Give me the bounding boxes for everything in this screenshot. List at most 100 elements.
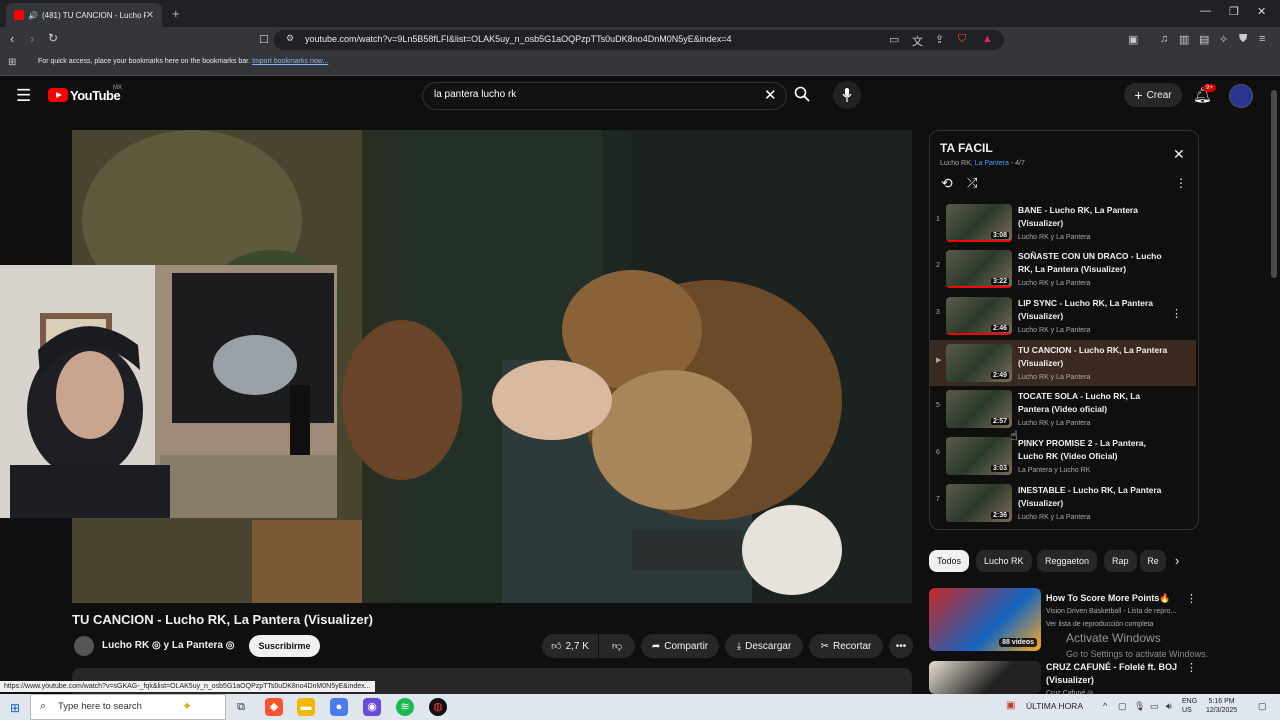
windows-start-icon[interactable]: ⊞ [10,701,20,715]
user-avatar[interactable] [1229,84,1253,108]
playlist-more-icon[interactable]: ⋮ [1175,176,1187,190]
maximize-icon[interactable]: ❐ [1229,5,1239,18]
playlist-item[interactable]: 2 3:22 SOÑASTE CON UN DRACO - Lucho RK, … [930,246,1196,292]
chips-next-icon[interactable]: › [1175,553,1179,568]
taskbar-news[interactable]: ÚLTIMA HORA [1026,701,1083,711]
brave-rewards-icon[interactable]: ▲ [982,33,993,45]
browser-tab-bar [0,0,1280,27]
playlist-artist-b[interactable]: La Pantera [975,160,1009,167]
chip-lucho-rk[interactable]: Lucho RK [976,550,1032,572]
like-button[interactable]: 👍︎ 2,7 K [542,634,598,658]
spotify-app-icon[interactable]: ≋ [396,698,414,716]
share-button[interactable]: ➦ Compartir [641,634,719,658]
search-input[interactable]: la pantera lucho rk [434,89,516,100]
minimize-icon[interactable]: — [1200,5,1211,17]
clear-search-icon[interactable]: ✕ [764,86,777,104]
recommendation-thumbnail[interactable] [929,661,1041,694]
chip-todos[interactable]: Todos [929,550,970,572]
reload-icon[interactable]: ↻ [48,31,58,45]
import-bookmarks-link[interactable]: Import bookmarks now... [252,58,328,65]
more-actions-button[interactable]: ••• [889,634,913,658]
screenshot-icon[interactable]: ▣ [1128,33,1138,46]
vpn-icon[interactable]: ⛊ [1239,33,1247,46]
discord-app-icon[interactable]: ◉ [363,698,381,716]
dislike-button[interactable]: 👎︎ [599,634,635,658]
tab-close-icon[interactable]: ✕ [146,10,154,21]
volume-icon[interactable]: 🔊︎ [1166,701,1172,712]
playlist-item-current[interactable]: ▶ 2:49 TU CANCION - Lucho RK, La Pantera… [930,340,1196,386]
recommendation-more-icon[interactable]: ⋮ [1186,592,1197,605]
channel-avatar[interactable] [74,636,94,656]
share-icon[interactable]: ⇪ [935,33,944,46]
translate-icon[interactable]: 文 [912,33,923,49]
network-icon[interactable]: ▭ [1150,701,1159,712]
create-button[interactable]: + Crear [1124,83,1182,107]
notification-badge: 9+ [1203,84,1216,92]
notification-center-icon[interactable]: ▢ [1258,701,1267,712]
playlist-item-more-icon[interactable]: ⋮ [1171,307,1182,320]
recommendation-title[interactable]: How To Score More Points🔥 [1046,593,1171,604]
loop-icon[interactable]: ⟲ [941,175,953,192]
news-icon[interactable]: ▣ [1006,700,1015,711]
playlist-item-channel: Lucho RK y La Pantera [1018,420,1091,427]
download-button[interactable]: ⤓ Descargar [725,634,803,658]
tray-chevron-icon[interactable]: ^ [1103,701,1107,711]
recommendation-playlist-link[interactable]: Ver lista de reproducción completa [1046,621,1153,628]
brave-app-icon[interactable]: ◆ [265,698,283,716]
playlist-item[interactable]: 1 3:08 BANE - Lucho RK, La Pantera (Visu… [930,200,1196,246]
playlist-item[interactable]: 5 2:57 TOCATE SOLA - Lucho RK, La Panter… [930,386,1196,432]
chip-partial[interactable]: Re [1140,550,1166,572]
playlist-item[interactable]: 6 3:03 PINKY PROMISE 2 - La Pantera, Luc… [930,433,1196,479]
microphone-tray-icon[interactable]: 🎙︎ [1134,701,1145,712]
language-indicator[interactable]: ENG US [1182,697,1197,715]
shuffle-icon[interactable]: ⤮ [967,175,977,191]
bookmark-icon[interactable]: ☐ [259,33,269,46]
tray-app-icon[interactable]: ▢ [1118,701,1127,712]
playlist-item[interactable]: 7 2:36 INESTABLE - Lucho RK, La Pantera … [930,480,1196,526]
obs-app-icon[interactable]: ◍ [429,698,447,716]
close-window-icon[interactable]: ✕ [1257,5,1266,18]
playlist-close-icon[interactable]: ✕ [1173,146,1185,163]
recommendation-more-icon[interactable]: ⋮ [1186,661,1197,674]
new-tab-button[interactable]: + [172,6,180,21]
media-icon[interactable]: ♫ [1160,33,1168,45]
hamburger-menu-icon[interactable]: ☰ [16,86,31,106]
chrome-app-icon[interactable]: ● [330,698,348,716]
voice-search-button[interactable] [833,81,861,109]
video-count-badge: 88 videos [999,638,1037,647]
url-text[interactable]: youtube.com/watch?v=9Ln5B58fLFI&list=OLA… [305,34,732,44]
sidebar-icon[interactable]: ▥ [1179,33,1189,46]
file-explorer-icon[interactable]: ▬ [297,698,315,716]
recommendation-thumbnail[interactable]: 88 videos [929,588,1041,651]
browser-tab[interactable]: 🔊 (481) TU CANCION - Lucho R ✕ [6,3,162,27]
subscribe-button[interactable]: Suscribirme [249,635,320,657]
wallet-icon[interactable]: ▤ [1199,33,1209,46]
taskbar-clock[interactable]: 5:16 PM 12/3/2025 [1206,697,1237,715]
plus-icon: + [1134,87,1143,103]
task-view-icon[interactable]: ⧉ [232,698,250,716]
brave-shield-icon[interactable]: ⛉ [958,33,966,46]
extensions-icon[interactable]: ✧ [1219,33,1228,46]
back-icon[interactable]: ‹ [10,31,14,46]
playlist-title[interactable]: TA FACIL [940,141,993,155]
screen-icon[interactable]: ▭ [889,33,899,46]
page-scrollbar[interactable] [1271,90,1277,278]
channel-name[interactable]: Lucho RK ◎ y La Pantera ◎ [102,640,234,651]
search-icon[interactable] [794,86,810,105]
youtube-logo-icon[interactable] [48,88,68,102]
recommendation-title[interactable]: CRUZ CAFUNÉ - Folelé ft. BOJ (Visualizer… [1046,661,1184,687]
watch-progress [946,333,1012,335]
forward-icon[interactable]: › [30,31,34,46]
clip-button[interactable]: ✂ Recortar [809,634,883,658]
site-info-icon[interactable]: ⚙ [286,33,294,44]
chip-reggaeton[interactable]: Reggaeton [1037,550,1098,572]
menu-icon[interactable]: ≡ [1259,33,1265,45]
duration: 3:22 [990,278,1009,285]
apps-icon[interactable]: ⊞ [8,57,16,68]
playlist-item-channel: Lucho RK y La Pantera [1018,327,1091,334]
taskbar-search-input[interactable]: Type here to search [58,701,142,712]
playlist-item[interactable]: 3 2:46 LIP SYNC - Lucho RK, La Pantera (… [930,293,1196,339]
chip-rap[interactable]: Rap [1104,550,1137,572]
speaker-icon[interactable]: 🔊 [28,11,38,20]
search-highlight-icon: ✦ [182,699,193,713]
